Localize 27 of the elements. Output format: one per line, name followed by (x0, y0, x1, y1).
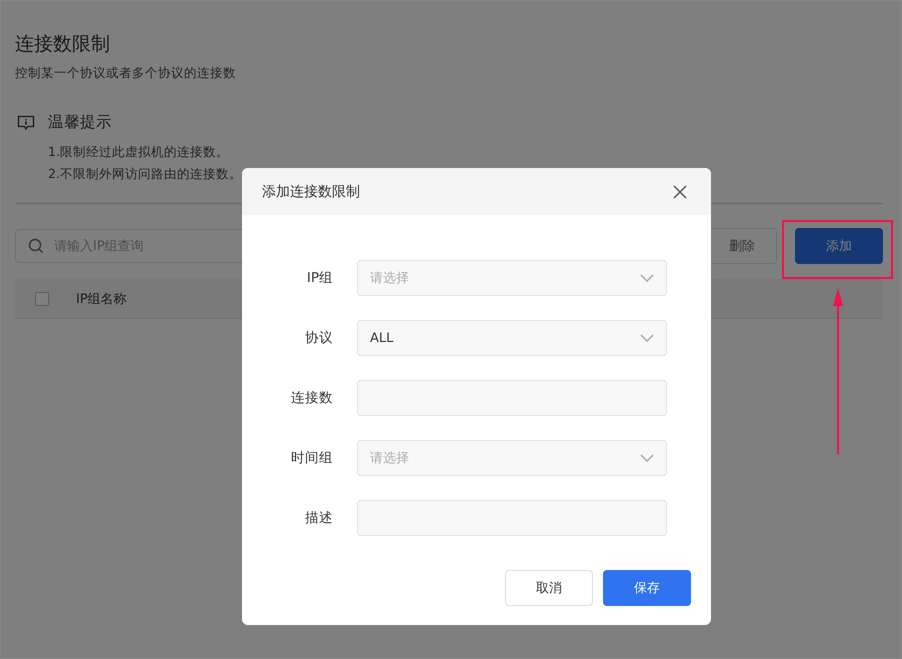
cancel-button[interactable]: 取消 (505, 570, 593, 606)
checkbox[interactable] (35, 292, 49, 306)
chevron-down-icon (640, 334, 654, 342)
field-label: 连接数 (290, 389, 333, 407)
select-field[interactable]: 请选择 (357, 260, 667, 296)
page-title: 连接数限制 (15, 32, 111, 57)
page-subtitle: 控制某一个协议或者多个协议的连接数 (15, 65, 237, 82)
search-icon (28, 238, 44, 254)
chevron-down-icon (640, 454, 654, 462)
save-button[interactable]: 保存 (603, 570, 691, 606)
input-field[interactable] (357, 500, 667, 536)
tip-text: 1.限制经过此虚拟机的连接数。 (48, 143, 230, 161)
field-label: 协议 (304, 329, 333, 347)
chevron-down-icon (640, 274, 654, 282)
tip-text: 2.不限制外网访问路由的连接数。 (48, 165, 243, 183)
column-header: IP组名称 (76, 290, 127, 308)
close-icon[interactable] (673, 184, 687, 198)
dialog-title: 添加连接数限制 (262, 182, 360, 200)
info-icon (17, 114, 35, 130)
add-button[interactable]: 添加 (795, 228, 883, 264)
tips-title: 温馨提示 (48, 112, 112, 133)
field-label: 时间组 (290, 449, 333, 467)
field-label: IP组 (306, 269, 333, 287)
field-label: 描述 (304, 509, 333, 527)
input-field[interactable] (357, 380, 667, 416)
select-field[interactable]: ALL (357, 320, 667, 356)
select-field[interactable]: 请选择 (357, 440, 667, 476)
